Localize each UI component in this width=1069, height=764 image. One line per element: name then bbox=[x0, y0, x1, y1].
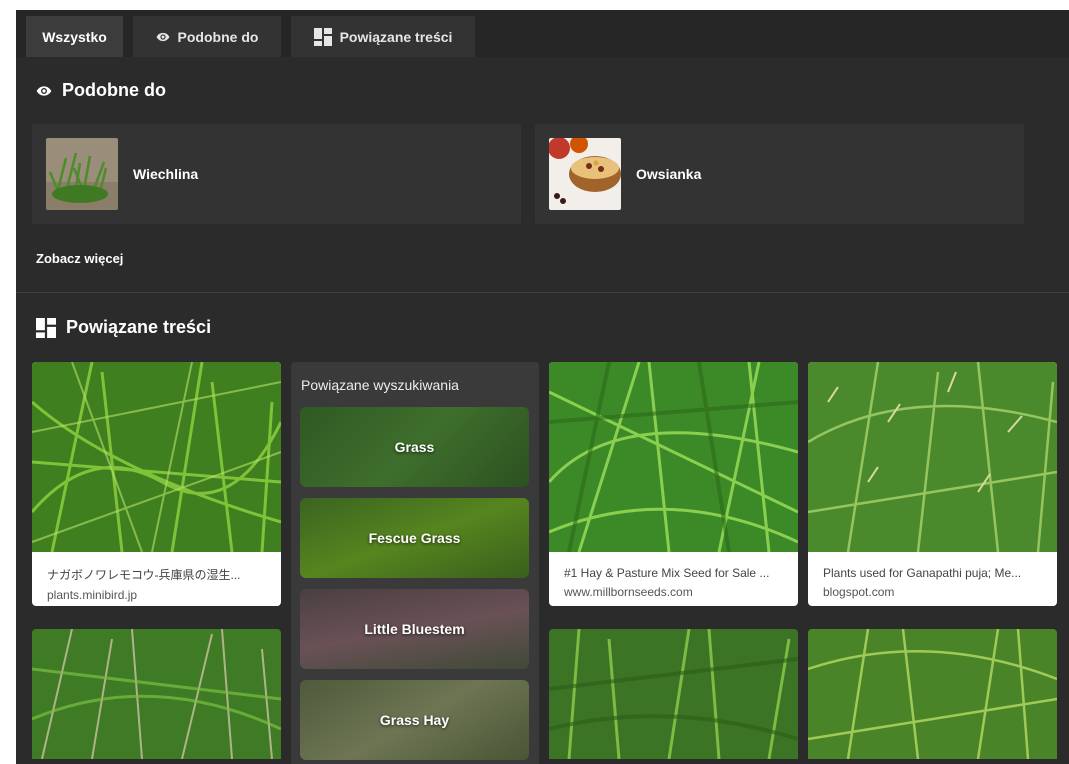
related-search-label: Grass Hay bbox=[379, 712, 450, 728]
card-caption: #1 Hay & Pasture Mix Seed for Sale ... w… bbox=[549, 552, 798, 606]
image-result-card[interactable]: #1 Hay & Pasture Mix Seed for Sale ... w… bbox=[549, 362, 798, 606]
image-result-card[interactable]: ナガボノワレモコウ-兵庫県の湿生... plants.minibird.jp bbox=[32, 362, 281, 606]
related-search-grass[interactable]: Grass bbox=[300, 407, 529, 487]
tab-bar: Wszystko Podobne do Powiązane treści bbox=[16, 10, 1069, 57]
grass-image-card[interactable] bbox=[808, 629, 1057, 759]
section-divider bbox=[16, 292, 1069, 293]
related-search-label: Little Bluestem bbox=[364, 621, 465, 637]
similar-item-label: Wiechlina bbox=[133, 166, 199, 182]
image-result-card[interactable]: Plants used for Ganapathi puja; Me... bl… bbox=[808, 362, 1057, 606]
card-caption: ナガボノワレモコウ-兵庫県の湿生... plants.minibird.jp bbox=[32, 552, 281, 606]
related-search-label: Fescue Grass bbox=[368, 530, 461, 546]
grid-icon bbox=[36, 317, 56, 338]
card-title: #1 Hay & Pasture Mix Seed for Sale ... bbox=[564, 566, 770, 580]
related-search-grass-hay[interactable]: Grass Hay bbox=[300, 680, 529, 760]
grass-image-card[interactable] bbox=[32, 629, 281, 759]
related-search-little-bluestem[interactable]: Little Bluestem bbox=[300, 589, 529, 669]
eye-icon bbox=[36, 83, 52, 99]
related-searches-title: Powiązane wyszukiwania bbox=[301, 377, 459, 393]
see-more-link[interactable]: Zobacz więcej bbox=[36, 251, 123, 266]
grass-image bbox=[32, 362, 281, 553]
tab-similar-label: Podobne do bbox=[177, 28, 259, 45]
owsianka-thumbnail bbox=[549, 138, 621, 210]
card-caption: Plants used for Ganapathi puja; Me... bl… bbox=[808, 552, 1057, 606]
card-title: ナガボノワレモコウ-兵庫県の湿生... bbox=[47, 568, 241, 582]
card-source: www.millbornseeds.com bbox=[564, 585, 693, 599]
related-panel: Wszystko Podobne do Powiązane treści Pod… bbox=[16, 10, 1069, 764]
card-source: blogspot.com bbox=[823, 585, 895, 599]
grid-icon bbox=[313, 27, 332, 46]
eye-icon bbox=[156, 30, 170, 44]
grass-image-card[interactable] bbox=[549, 629, 798, 759]
grass-image bbox=[549, 362, 798, 553]
related-title-text: Powiązane treści bbox=[66, 317, 212, 337]
related-search-fescue-grass[interactable]: Fescue Grass bbox=[300, 498, 529, 578]
related-search-label: Grass bbox=[394, 439, 435, 455]
tab-related[interactable]: Powiązane treści bbox=[291, 16, 475, 57]
similar-title-text: Podobne do bbox=[62, 80, 166, 100]
similar-item-label: Owsianka bbox=[636, 166, 702, 182]
tab-similar[interactable]: Podobne do bbox=[133, 16, 281, 57]
card-title: Plants used for Ganapathi puja; Me... bbox=[823, 566, 1022, 580]
tab-related-label: Powiązane treści bbox=[339, 28, 453, 45]
wiechlina-thumbnail bbox=[46, 138, 118, 210]
tab-all[interactable]: Wszystko bbox=[26, 16, 123, 57]
similar-section-title: Podobne do bbox=[36, 80, 166, 101]
related-section-title: Powiązane treści bbox=[36, 317, 211, 338]
tab-all-label: Wszystko bbox=[42, 28, 107, 45]
grass-image bbox=[808, 362, 1057, 553]
similar-item-owsianka[interactable]: Owsianka bbox=[535, 124, 1024, 224]
similar-item-wiechlina[interactable]: Wiechlina bbox=[32, 124, 521, 224]
related-searches: Powiązane wyszukiwania Grass Fescue Gras… bbox=[291, 362, 539, 764]
card-source: plants.minibird.jp bbox=[47, 588, 138, 602]
